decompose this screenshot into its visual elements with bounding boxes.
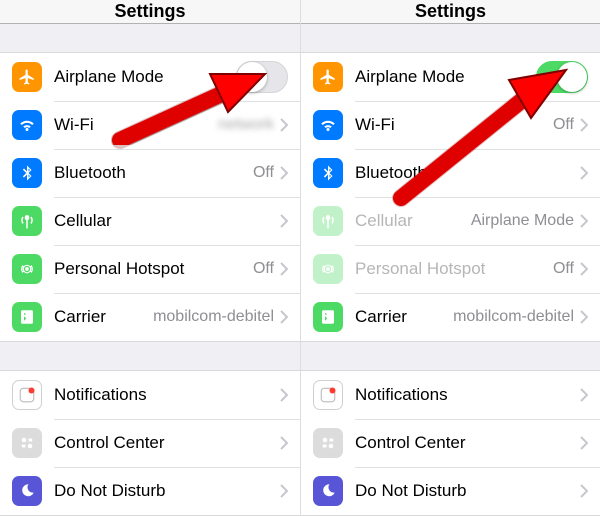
dnd-icon xyxy=(12,476,42,506)
chevron-right-icon xyxy=(280,484,288,498)
settings-row-bluetooth[interactable]: BluetoothOff xyxy=(0,149,300,197)
row-label: Airplane Mode xyxy=(355,67,536,87)
airplane-mode-toggle[interactable] xyxy=(236,61,288,93)
dnd-icon xyxy=(313,476,343,506)
settings-row-personal-hotspot[interactable]: Personal HotspotOff xyxy=(301,245,600,293)
row-label: Personal Hotspot xyxy=(355,259,553,279)
wifi-icon xyxy=(313,110,343,140)
settings-row-carrier[interactable]: Carriermobilcom-debitel xyxy=(301,293,600,341)
settings-row-personal-hotspot[interactable]: Personal HotspotOff xyxy=(0,245,300,293)
settings-row-do-not-disturb[interactable]: Do Not Disturb xyxy=(301,467,600,515)
row-label: Cellular xyxy=(54,211,280,231)
carrier-icon xyxy=(12,302,42,332)
chevron-right-icon xyxy=(280,388,288,402)
chevron-right-icon xyxy=(280,436,288,450)
row-label: Carrier xyxy=(355,307,453,327)
chevron-right-icon xyxy=(280,118,288,132)
cellular-icon xyxy=(313,206,343,236)
row-label: Do Not Disturb xyxy=(54,481,280,501)
chevron-right-icon xyxy=(580,484,588,498)
notifications-icon xyxy=(313,380,343,410)
settings-group-system: Notifications Control Center Do Not Distur… xyxy=(0,370,300,516)
row-label: Airplane Mode xyxy=(54,67,236,87)
settings-row-control-center[interactable]: Control Center xyxy=(0,419,300,467)
row-value: Off xyxy=(253,260,274,278)
settings-row-notifications[interactable]: Notifications xyxy=(0,371,300,419)
row-label: Wi-Fi xyxy=(355,115,553,135)
page-title: Settings xyxy=(301,0,600,24)
airplane-icon xyxy=(313,62,343,92)
row-label: Cellular xyxy=(355,211,471,231)
chevron-right-icon xyxy=(580,214,588,228)
cellular-icon xyxy=(12,206,42,236)
chevron-right-icon xyxy=(280,310,288,324)
row-label: Wi-Fi xyxy=(54,115,218,135)
controlcenter-icon xyxy=(313,428,343,458)
chevron-right-icon xyxy=(280,166,288,180)
chevron-right-icon xyxy=(280,214,288,228)
settings-row-airplane-mode[interactable]: Airplane Mode xyxy=(301,53,600,101)
settings-group-network: Airplane ModeWi-FinetworkBluetoothOffCel… xyxy=(0,52,300,342)
settings-row-control-center[interactable]: Control Center xyxy=(301,419,600,467)
airplane-icon xyxy=(12,62,42,92)
chevron-right-icon xyxy=(580,166,588,180)
row-value: Off xyxy=(253,164,274,182)
chevron-right-icon xyxy=(280,262,288,276)
settings-group-network: Airplane ModeWi-FiOffBluetoothCellularAi… xyxy=(301,52,600,342)
settings-row-wi-fi[interactable]: Wi-FiOff xyxy=(301,101,600,149)
row-label: Notifications xyxy=(355,385,580,405)
row-value: mobilcom-debitel xyxy=(153,308,274,326)
row-label: Bluetooth xyxy=(355,163,580,183)
chevron-right-icon xyxy=(580,262,588,276)
notifications-icon xyxy=(12,380,42,410)
settings-row-wi-fi[interactable]: Wi-Finetwork xyxy=(0,101,300,149)
settings-screen-airplane-on: Settings Airplane ModeWi-FiOffBluetoothC… xyxy=(300,0,600,516)
row-value: mobilcom-debitel xyxy=(453,308,574,326)
row-label: Notifications xyxy=(54,385,280,405)
settings-row-bluetooth[interactable]: Bluetooth xyxy=(301,149,600,197)
row-label: Do Not Disturb xyxy=(355,481,580,501)
row-value: network xyxy=(218,116,274,134)
settings-row-carrier[interactable]: Carriermobilcom-debitel xyxy=(0,293,300,341)
hotspot-icon xyxy=(313,254,343,284)
settings-group-system: Notifications Control Center Do Not Distur… xyxy=(301,370,600,516)
bluetooth-icon xyxy=(12,158,42,188)
settings-row-do-not-disturb[interactable]: Do Not Disturb xyxy=(0,467,300,515)
page-title: Settings xyxy=(0,0,300,24)
hotspot-icon xyxy=(12,254,42,284)
row-value: Off xyxy=(553,116,574,134)
settings-screen-airplane-off: Settings Airplane ModeWi-FinetworkBlueto… xyxy=(0,0,300,516)
row-label: Control Center xyxy=(54,433,280,453)
settings-row-airplane-mode[interactable]: Airplane Mode xyxy=(0,53,300,101)
carrier-icon xyxy=(313,302,343,332)
settings-row-cellular[interactable]: CellularAirplane Mode xyxy=(301,197,600,245)
settings-row-cellular[interactable]: Cellular xyxy=(0,197,300,245)
bluetooth-icon xyxy=(313,158,343,188)
airplane-mode-toggle[interactable] xyxy=(536,61,588,93)
row-label: Carrier xyxy=(54,307,153,327)
chevron-right-icon xyxy=(580,118,588,132)
settings-row-notifications[interactable]: Notifications xyxy=(301,371,600,419)
chevron-right-icon xyxy=(580,436,588,450)
chevron-right-icon xyxy=(580,310,588,324)
chevron-right-icon xyxy=(580,388,588,402)
wifi-icon xyxy=(12,110,42,140)
row-label: Control Center xyxy=(355,433,580,453)
controlcenter-icon xyxy=(12,428,42,458)
row-label: Personal Hotspot xyxy=(54,259,253,279)
row-label: Bluetooth xyxy=(54,163,253,183)
row-value: Airplane Mode xyxy=(471,212,574,230)
row-value: Off xyxy=(553,260,574,278)
